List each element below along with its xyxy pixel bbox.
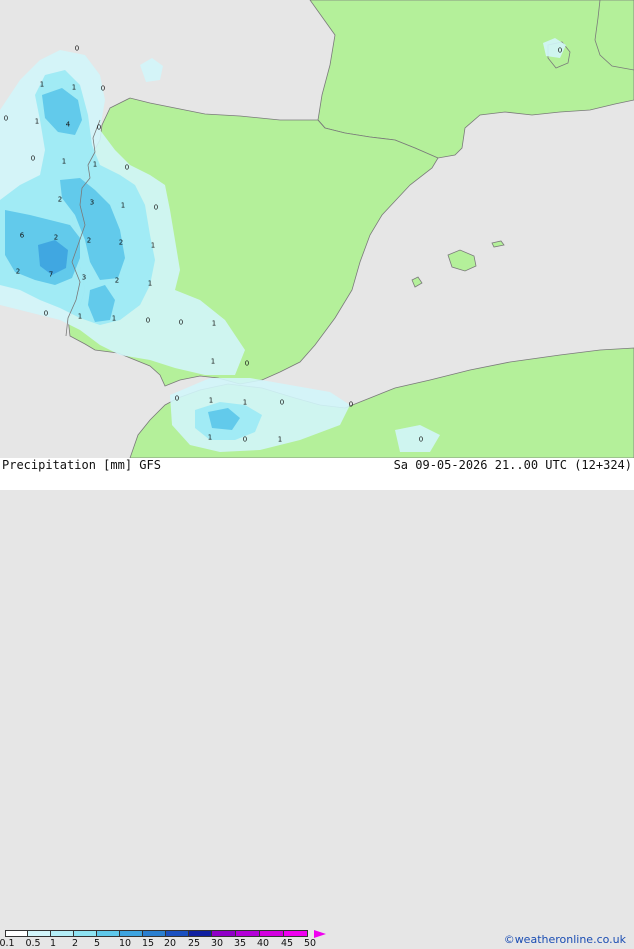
precip-value-label: 2 — [119, 239, 123, 247]
legend-arrow-icon — [314, 930, 326, 938]
legend-tick-label: 2 — [71, 938, 79, 949]
map-title: Precipitation [mm] GFS — [2, 458, 161, 472]
legend-swatch — [143, 930, 166, 937]
legend-swatch — [5, 930, 28, 937]
precip-value-label: 0 — [243, 436, 247, 444]
precip-value-label: 2 — [58, 196, 62, 204]
valid-time: Sa 09-05-2026 21..00 UTC (12+324) — [393, 458, 632, 472]
precip-value-label: 0 — [75, 45, 79, 53]
precip-value-label: 0 — [154, 204, 158, 212]
precip-value-label: 0 — [31, 155, 35, 163]
precip-value-label: 0 — [4, 115, 8, 123]
legend-swatch — [284, 930, 308, 937]
legend-tick-label: 35 — [233, 938, 247, 949]
precip-value-label: 2 — [87, 237, 91, 245]
precip-value-label: 1 — [208, 434, 212, 442]
credit-link[interactable]: ©weatheronline.co.uk — [504, 933, 626, 946]
precip-value-label: 0 — [146, 317, 150, 325]
precip-value-label: 0 — [125, 164, 129, 172]
legend-swatch — [97, 930, 120, 937]
legend-swatch — [212, 930, 236, 937]
precip-value-label: 0 — [175, 395, 179, 403]
legend-swatch — [260, 930, 284, 937]
precip-value-label: 0 — [44, 310, 48, 318]
legend-tick-label: 10 — [118, 938, 132, 949]
legend-swatch — [74, 930, 97, 937]
map-canvas: 01 1 00 1 4 00 1 1 02 3 1 06 2 2 2 12 7 3 2 10 1 1 0 0 11 00 1 1 0 01… — [0, 0, 634, 458]
precip-value-label: 0 — [101, 85, 105, 93]
legend-tick-label: 0.1 — [0, 938, 15, 949]
precip-value-label: 4 — [66, 121, 71, 129]
legend-tick-label: 15 — [141, 938, 155, 949]
precip-value-label: 0 — [349, 401, 353, 409]
precip-value-label: 1 — [151, 242, 155, 250]
precip-value-label: 1 — [40, 81, 44, 89]
precip-value-label: 1 — [121, 202, 125, 210]
precip-value-label: 1 — [209, 397, 213, 405]
precip-value-label: 1 — [62, 158, 66, 166]
precip-value-label: 0 — [280, 399, 284, 407]
legend-tick-label: 20 — [163, 938, 177, 949]
legend-tick-label: 40 — [256, 938, 270, 949]
legend-swatch — [28, 930, 51, 937]
precip-value-label: 2 — [54, 234, 58, 242]
precip-value-label: 0 — [558, 47, 562, 55]
precip-value-label: 0 — [245, 360, 249, 368]
precip-value-label: 1 — [72, 84, 76, 92]
precip-value-label: 1 — [93, 161, 97, 169]
precip-value-label: 3 — [82, 274, 86, 282]
precip-value-label: 1 — [35, 118, 39, 126]
legend-swatch — [51, 930, 74, 937]
precip-value-label: 2 — [115, 277, 119, 285]
legend-tick-label: 25 — [187, 938, 201, 949]
legend-tick-label: 50 — [303, 938, 317, 949]
precip-value-label: 0 — [179, 319, 183, 327]
legend-tick-label: 1 — [49, 938, 57, 949]
precip-value-label: 1 — [278, 436, 282, 444]
map-footer: Precipitation [mm] GFS Sa 09-05-2026 21.… — [0, 458, 634, 949]
legend-tick-label: 30 — [210, 938, 224, 949]
precip-value-label: 1 — [112, 315, 116, 323]
legend-color-bar — [5, 930, 308, 937]
legend-swatch — [189, 930, 212, 937]
legend-swatch — [236, 930, 260, 937]
precip-value-label: 1 — [78, 313, 82, 321]
precipitation-map: 0110014001102310622212732101100110011001… — [0, 0, 634, 458]
precip-value-label: 1 — [148, 280, 152, 288]
legend-swatch — [120, 930, 143, 937]
precip-value-label: 6 — [20, 232, 25, 240]
legend-tick-label: 45 — [280, 938, 294, 949]
precip-value-label: 2 — [16, 268, 20, 276]
precip-value-label: 7 — [49, 271, 53, 279]
precip-value-label: 1 — [243, 399, 247, 407]
precip-value-label: 1 — [212, 320, 216, 328]
legend-swatch — [166, 930, 189, 937]
title-text: Precipitation [mm] — [2, 458, 133, 472]
model-name: GFS — [139, 458, 161, 472]
legend-tick-label: 5 — [93, 938, 101, 949]
precip-value-label: 1 — [211, 358, 215, 366]
precip-value-label: 0 — [419, 436, 423, 444]
precip-value-label: 0 — [97, 124, 101, 132]
precip-value-label: 3 — [90, 199, 94, 207]
legend-tick-label: 0.5 — [25, 938, 41, 949]
